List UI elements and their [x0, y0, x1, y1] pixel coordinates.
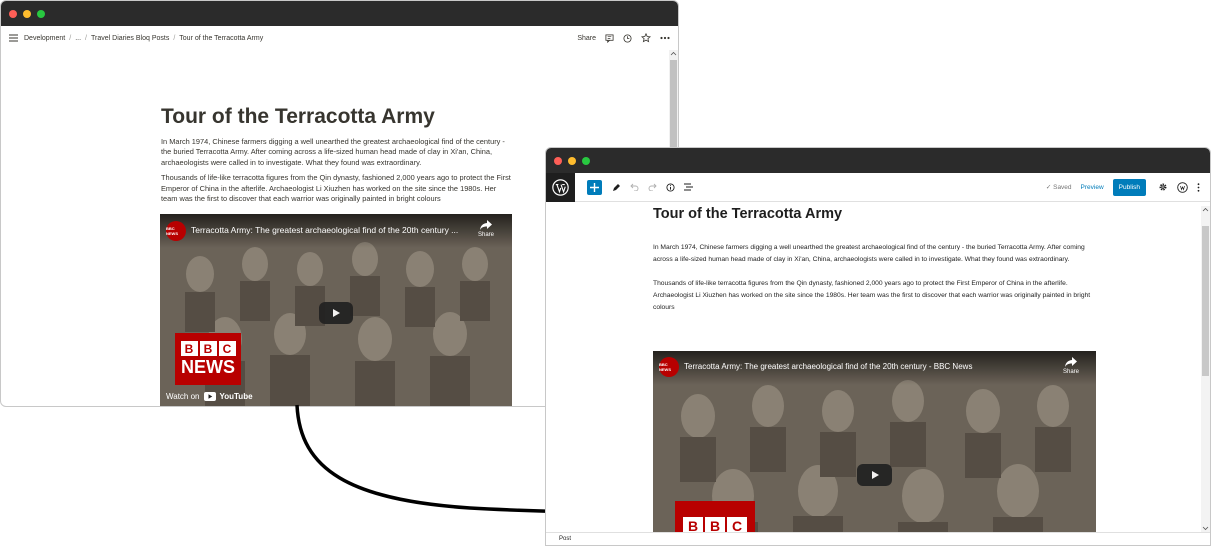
- video-embed-block[interactable]: BBC NEWS Terracotta Army: The greatest a…: [653, 351, 1096, 535]
- list-view-icon[interactable]: [684, 183, 693, 191]
- pencil-icon[interactable]: [612, 183, 621, 192]
- saved-status: ✓ Saved: [1045, 184, 1072, 191]
- paragraph-block[interactable]: Thousands of life-like terracotta figure…: [653, 278, 1098, 315]
- post-title[interactable]: Tour of the Terracotta Army: [653, 206, 1098, 222]
- bbc-news-logo: B B C: [675, 501, 755, 535]
- close-window-button[interactable]: [554, 156, 562, 165]
- more-options-icon[interactable]: [1197, 182, 1200, 192]
- plugin-icon[interactable]: [1177, 181, 1188, 193]
- scrollbar-thumb[interactable]: [1202, 226, 1209, 376]
- redo-icon[interactable]: [648, 183, 657, 191]
- publish-button[interactable]: Publish: [1112, 178, 1146, 196]
- info-icon[interactable]: [666, 182, 675, 192]
- editor-actions: ✓ Saved Preview Publish: [1045, 178, 1210, 196]
- editor-tools: [612, 182, 693, 192]
- minimize-window-button[interactable]: [568, 156, 576, 165]
- share-arrow-icon: [1065, 357, 1077, 367]
- play-button[interactable]: [857, 464, 892, 486]
- scroll-down-icon[interactable]: [1202, 525, 1209, 531]
- wordpress-logo-icon[interactable]: [546, 172, 575, 202]
- footer-breadcrumb-post[interactable]: Post: [559, 536, 571, 542]
- block-breadcrumb-footer: Post: [546, 532, 1210, 545]
- wordpress-window: ✓ Saved Preview Publish Tour of the Terr…: [545, 147, 1211, 546]
- settings-gear-icon[interactable]: [1158, 182, 1168, 192]
- add-block-button[interactable]: [587, 179, 602, 195]
- video-title[interactable]: Terracotta Army: The greatest archaeolog…: [684, 362, 1014, 371]
- editor-scrollbar[interactable]: [1201, 206, 1210, 532]
- preview-button[interactable]: Preview: [1081, 184, 1104, 191]
- bbc-news-channel-icon[interactable]: BBC NEWS: [659, 357, 679, 377]
- play-icon: [871, 471, 879, 479]
- zoom-window-button[interactable]: [582, 156, 590, 165]
- undo-icon[interactable]: [630, 183, 639, 191]
- desktop: Development / ... / Travel Diaries Bloq …: [0, 0, 1211, 546]
- video-share-label: Share: [1063, 369, 1080, 375]
- paragraph-block[interactable]: In March 1974, Chinese farmers digging a…: [653, 242, 1098, 267]
- editor-canvas: Tour of the Terracotta Army In March 197…: [653, 206, 1098, 325]
- window-titlebar: [546, 148, 1210, 173]
- video-share-button[interactable]: Share: [1063, 357, 1079, 375]
- editor-toolbar: ✓ Saved Preview Publish: [546, 172, 1210, 202]
- scroll-up-icon[interactable]: [1202, 207, 1209, 213]
- plus-icon: [590, 182, 599, 192]
